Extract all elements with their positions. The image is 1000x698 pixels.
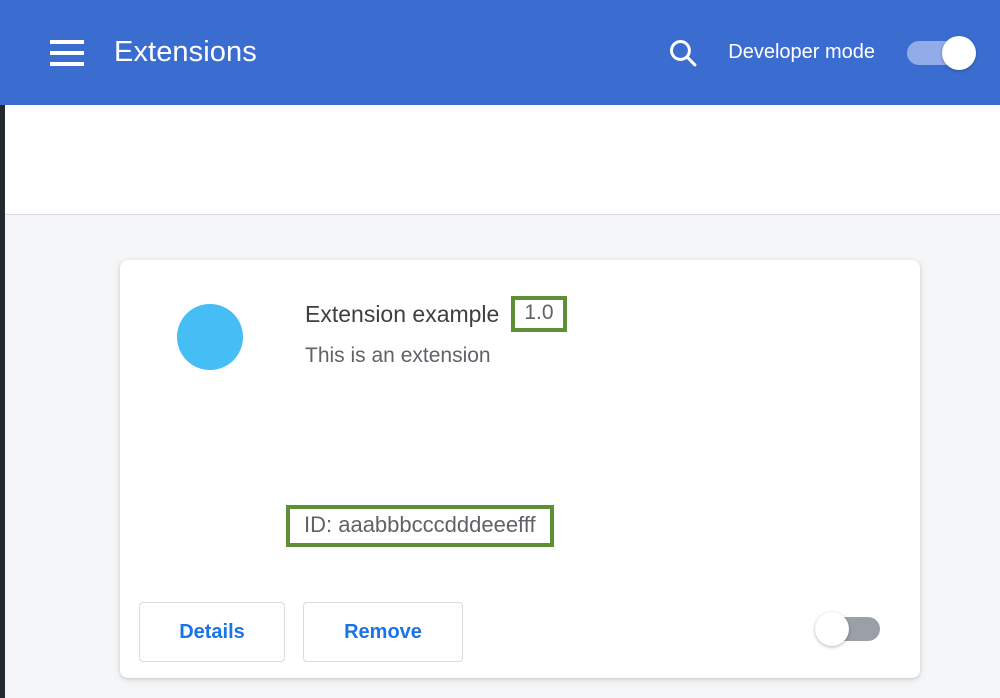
page-title: Extensions: [114, 36, 257, 68]
menu-bar-3: [50, 61, 84, 66]
toggle-knob: [942, 35, 976, 70]
extension-id-highlight: ID: aaabbbcccdddeeefff: [286, 505, 554, 548]
developer-mode-toggle[interactable]: [907, 35, 976, 70]
menu-bar-1: [50, 39, 84, 44]
page-header: Extensions Developer mode: [0, 0, 1000, 105]
remove-button[interactable]: Remove: [303, 602, 463, 662]
action-toolbar: Load unpacked Pack extension Update: [0, 105, 1000, 295]
extensions-list: Extension example 1.0 This is an extensi…: [0, 216, 1000, 698]
extension-description: This is an extension: [305, 344, 491, 367]
search-icon[interactable]: [666, 36, 700, 70]
details-button[interactable]: Details: [139, 602, 285, 662]
toggle-knob: [815, 612, 849, 646]
hamburger-menu-icon[interactable]: [50, 39, 84, 66]
extension-version-highlight: 1.0: [511, 295, 567, 333]
extension-card: Extension example 1.0 This is an extensi…: [120, 260, 920, 678]
extension-icon: [177, 304, 243, 370]
extensions-page: Extensions Developer mode Load unpacked …: [0, 0, 1000, 698]
left-rail: [0, 105, 5, 698]
menu-bar-2: [50, 50, 84, 55]
extension-name-row: Extension example 1.0: [305, 294, 567, 334]
developer-mode-label: Developer mode: [728, 41, 875, 63]
extension-enable-toggle[interactable]: [815, 612, 880, 646]
extension-name: Extension example: [305, 300, 500, 327]
